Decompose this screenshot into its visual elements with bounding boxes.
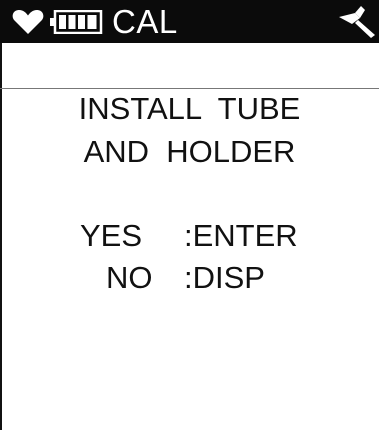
option-no-key: NO [106,260,153,295]
status-bar: CAL [0,0,379,43]
mode-label: CAL [112,3,178,40]
heart-icon [12,9,44,34]
signal-icon [339,6,375,38]
option-yes-key: YES [80,218,143,253]
screen-left-border [0,0,2,430]
device-screen: CAL INSTALL TUBE AND HOLDER YES :ENTER N… [0,0,379,434]
option-yes-action: :ENTER [184,218,298,253]
message-line-2: AND HOLDER [83,134,296,169]
option-no-action: :DISP [184,260,265,295]
battery-icon [50,10,103,34]
header-divider [0,88,379,89]
message-line-1: INSTALL TUBE [78,91,301,126]
